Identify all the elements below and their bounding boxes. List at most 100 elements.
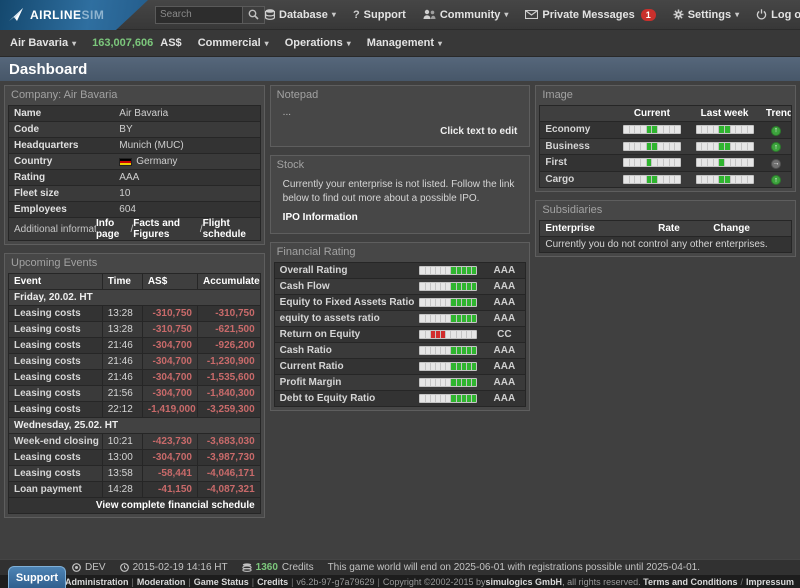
event-row[interactable]: Leasing costs21:56-304,700-1,840,300 [9, 386, 260, 402]
company-row-value-text: AAA [119, 172, 139, 183]
search-input[interactable] [155, 6, 243, 24]
left-column: Company: Air Bavaria NameAir BavariaCode… [4, 85, 265, 518]
bar-segment [420, 299, 424, 306]
financial-rating-grade: AAA [483, 311, 525, 326]
bar-segment [714, 159, 719, 166]
bar-segment [462, 379, 466, 386]
account-balance[interactable]: 163,007,606 AS$ [92, 37, 182, 49]
footer-link[interactable]: Credits [257, 577, 288, 587]
nav-database[interactable]: Database▾ [265, 9, 336, 21]
bar-segment [420, 315, 424, 322]
subsidiaries-title: Subsidiaries [536, 201, 795, 218]
bar-segment [725, 159, 730, 166]
financial-rating-label: equity to assets ratio [275, 311, 418, 326]
bar-segment [441, 267, 445, 274]
bar-segment [635, 126, 640, 133]
footer-link[interactable]: Moderation [137, 577, 186, 587]
ipo-information-link[interactable]: IPO Information [277, 205, 524, 227]
gear-icon [673, 9, 684, 20]
nav-support[interactable]: ? Support [353, 9, 406, 21]
image-lastweek-bar [696, 125, 754, 134]
event-row[interactable]: Leasing costs13:00-304,700-3,987,730 [9, 450, 260, 466]
company-row: Fleet size10 [9, 186, 260, 202]
event-accumulated: -1,840,300 [197, 386, 260, 401]
nav-private-messages[interactable]: Private Messages 1 [525, 9, 655, 21]
financial-rating-row: equity to assets ratio AAA [275, 311, 526, 327]
event-row[interactable]: Leasing costs13:28-310,750-621,500 [9, 322, 260, 338]
image-current-bar-cell [616, 155, 689, 170]
footer-status-bar: DEV 2015-02-19 14:16 HT 1360 Credits Thi… [0, 559, 800, 575]
financial-rating-panel: Financial Rating Overall RatingAAACash F… [270, 242, 531, 411]
bar-segment [467, 267, 471, 274]
bar-segment [436, 347, 440, 354]
bar-segment [641, 126, 646, 133]
company-row-value: 604 [114, 202, 259, 217]
event-row[interactable]: Leasing costs22:12-1,419,000-3,259,300 [9, 402, 260, 418]
bar-segment [451, 267, 455, 274]
bar-segment [462, 363, 466, 370]
rating-bar [419, 346, 477, 355]
event-row[interactable]: Leasing costs13:58-58,441-4,046,171 [9, 466, 260, 482]
rating-bar [419, 378, 477, 387]
footer-link[interactable]: Game Status [194, 577, 249, 587]
bar-segment [446, 283, 450, 290]
subsidiaries-header-row: Enterprise Rate Change [540, 221, 791, 237]
menu-operations[interactable]: Operations▾ [285, 37, 351, 49]
nav-logout[interactable]: Log out martin [756, 9, 800, 21]
bar-segment [441, 299, 445, 306]
event-accumulated: -3,683,030 [197, 434, 260, 449]
events-day-row: Friday, 20.02. HT [9, 290, 260, 306]
event-row[interactable]: Leasing costs21:46-304,700-1,230,900 [9, 354, 260, 370]
nav-settings[interactable]: Settings▾ [673, 9, 739, 21]
chevron-down-icon: ▾ [504, 10, 508, 19]
stock-body: Currently your enterprise is not listed.… [271, 173, 530, 233]
event-accumulated: -621,500 [197, 322, 260, 337]
airlinesim-logo[interactable]: AIRLINESIM [0, 0, 148, 30]
support-button[interactable]: Support [8, 566, 66, 588]
dev-indicator: DEV [72, 562, 106, 573]
menu-bar: Air Bavaria▾ 163,007,606 AS$ Commercial▾… [0, 30, 800, 57]
dashboard-content: Company: Air Bavaria NameAir BavariaCode… [0, 81, 800, 522]
bar-segment [426, 363, 430, 370]
bar-segment [647, 159, 652, 166]
bar-segment [420, 267, 424, 274]
notepad-content[interactable]: ... [277, 104, 524, 126]
rating-bar [419, 330, 477, 339]
cash-amount: 163,007,606 [92, 37, 153, 49]
event-amount: -304,700 [142, 354, 197, 369]
rating-bar [419, 394, 477, 403]
credits-value: 1360 [256, 562, 278, 573]
notepad-panel: Notepad ... Click text to edit [270, 85, 531, 147]
bar-segment [742, 126, 747, 133]
company-dropdown[interactable]: Air Bavaria▾ [10, 37, 76, 49]
notepad-edit-hint[interactable]: Click text to edit [277, 126, 524, 140]
simulogics-link[interactable]: simulogics GmbH [486, 577, 563, 587]
event-row[interactable]: Leasing costs21:46-304,700-926,200 [9, 338, 260, 354]
terms-link[interactable]: Terms and Conditions [643, 577, 737, 587]
company-info-link[interactable]: Info page [96, 218, 131, 240]
credits-indicator[interactable]: 1360 Credits [242, 562, 314, 573]
bar-segment [426, 315, 430, 322]
event-row[interactable]: Leasing costs13:28-310,750-310,750 [9, 306, 260, 322]
image-class-label: Business [540, 139, 615, 154]
company-info-link[interactable]: Facts and Figures [133, 218, 200, 240]
event-row[interactable]: Leasing costs21:46-304,700-1,535,600 [9, 370, 260, 386]
bar-segment [426, 283, 430, 290]
image-current-bar [623, 158, 681, 167]
bar-segment [719, 126, 724, 133]
footer-link[interactable]: Administration [65, 577, 129, 587]
event-row[interactable]: Week-end closing10:21-423,730-3,683,030 [9, 434, 260, 450]
event-row[interactable]: Loan payment14:28-41,150-4,087,321 [9, 482, 260, 498]
bar-segment [664, 126, 669, 133]
search-button[interactable] [243, 6, 265, 24]
company-row-value-text: Munich (MUC) [119, 140, 183, 151]
company-info-link[interactable]: Flight schedule [203, 218, 260, 240]
impressum-link[interactable]: Impressum [746, 577, 794, 587]
view-financial-schedule-link[interactable]: View complete financial schedule [9, 498, 260, 513]
nav-community[interactable]: Community▾ [423, 9, 509, 21]
menu-commercial[interactable]: Commercial▾ [198, 37, 269, 49]
footer: DEV 2015-02-19 14:16 HT 1360 Credits Thi… [0, 559, 800, 588]
bar-segment [451, 283, 455, 290]
menu-management[interactable]: Management▾ [367, 37, 442, 49]
image-panel-title: Image [536, 86, 795, 103]
